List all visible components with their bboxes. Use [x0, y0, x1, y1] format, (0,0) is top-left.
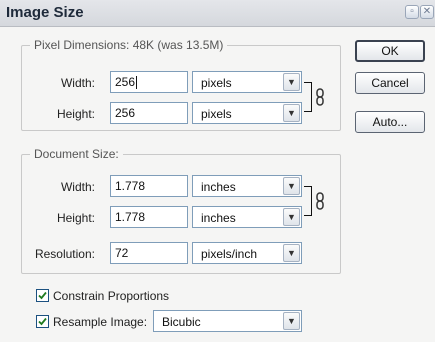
minimize-button[interactable]: ▫ [405, 5, 419, 19]
doc-height-value: 1.778 [115, 210, 146, 224]
resolution-unit-select[interactable]: pixels/inch ▼ [192, 242, 302, 264]
close-icon: ✕ [422, 6, 432, 17]
doc-height-unit-select[interactable]: inches ▼ [192, 206, 302, 228]
pixel-height-unit-value: pixels [201, 107, 232, 121]
pixel-width-unit-value: pixels [201, 76, 232, 90]
chevron-down-icon[interactable]: ▼ [283, 177, 300, 195]
window-title: Image Size [6, 4, 84, 21]
pixel-height-unit-select[interactable]: pixels ▼ [192, 102, 302, 124]
resolution-label: Resolution: [34, 247, 95, 261]
pixel-height-input[interactable]: 256 [110, 102, 188, 124]
pixel-link-bracket [304, 82, 312, 112]
chevron-down-icon[interactable]: ▼ [283, 104, 300, 122]
chain-link-icon [316, 88, 324, 106]
pixel-width-input[interactable]: 256 [110, 71, 188, 93]
ok-button[interactable]: OK [355, 40, 425, 62]
pixel-width-value: 256 [115, 75, 136, 89]
checkmark-icon [38, 291, 47, 300]
resolution-unit-value: pixels/inch [201, 247, 258, 261]
pixel-height-label: Height: [56, 107, 95, 121]
resample-method-select[interactable]: Bicubic ▼ [153, 310, 302, 332]
pixel-dimensions-legend: Pixel Dimensions: 48K (was 13.5M) [30, 38, 228, 52]
resample-method-value: Bicubic [162, 315, 201, 329]
doc-width-input[interactable]: 1.778 [110, 175, 188, 197]
pixel-height-value: 256 [115, 106, 136, 120]
resolution-value: 72 [115, 246, 129, 260]
resample-image-label[interactable]: Resample Image: [53, 315, 147, 329]
pixel-width-label: Width: [60, 76, 95, 90]
minimize-icon: ▫ [410, 6, 414, 17]
auto-button[interactable]: Auto... [355, 111, 425, 133]
checkmark-icon [38, 317, 47, 326]
chain-link-icon [316, 192, 324, 210]
constrain-proportions-checkbox[interactable] [36, 289, 49, 302]
doc-width-unit-select[interactable]: inches ▼ [192, 175, 302, 197]
doc-height-unit-value: inches [201, 211, 236, 225]
doc-width-value: 1.778 [115, 179, 146, 193]
cancel-button[interactable]: Cancel [355, 72, 425, 94]
doc-width-unit-value: inches [201, 180, 236, 194]
doc-width-label: Width: [60, 180, 95, 194]
doc-height-label: Height: [56, 211, 95, 225]
pixel-width-unit-select[interactable]: pixels ▼ [192, 71, 302, 93]
constrain-proportions-label[interactable]: Constrain Proportions [53, 289, 169, 303]
text-caret [136, 76, 138, 90]
doc-link-bracket [304, 186, 312, 216]
close-button[interactable]: ✕ [420, 5, 434, 19]
doc-height-input[interactable]: 1.778 [110, 206, 188, 228]
chevron-down-icon[interactable]: ▼ [283, 73, 300, 91]
chevron-down-icon[interactable]: ▼ [283, 244, 300, 262]
title-bar: Image Size ▫ ✕ [0, 0, 435, 27]
resample-image-checkbox[interactable] [36, 315, 49, 328]
resolution-input[interactable]: 72 [110, 242, 188, 264]
chevron-down-icon[interactable]: ▼ [283, 312, 300, 330]
chevron-down-icon[interactable]: ▼ [283, 208, 300, 226]
document-size-legend: Document Size: [30, 147, 123, 161]
